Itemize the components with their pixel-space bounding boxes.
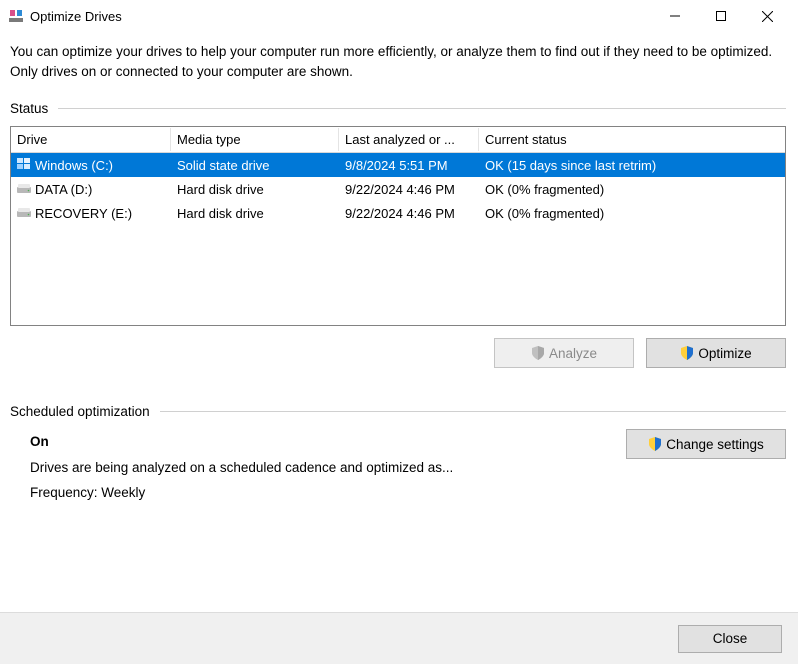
close-button[interactable] xyxy=(744,1,790,31)
drive-icon xyxy=(17,206,31,221)
drive-media: Hard disk drive xyxy=(171,180,339,199)
drive-status: OK (15 days since last retrim) xyxy=(479,156,785,175)
scheduled-label-text: Scheduled optimization xyxy=(10,404,150,419)
status-section-label: Status xyxy=(10,101,786,116)
optimize-button[interactable]: Optimize xyxy=(646,338,786,368)
drive-table[interactable]: Drive Media type Last analyzed or ... Cu… xyxy=(10,126,786,326)
drive-last-analyzed: 9/8/2024 5:51 PM xyxy=(339,156,479,175)
scheduled-on-label: On xyxy=(30,429,606,455)
drive-icon xyxy=(17,182,31,197)
drive-name: DATA (D:) xyxy=(35,182,92,197)
scheduled-section-label: Scheduled optimization xyxy=(10,404,786,419)
shield-icon xyxy=(648,437,662,451)
drive-last-analyzed: 9/22/2024 4:46 PM xyxy=(339,204,479,223)
scheduled-frequency: Frequency: Weekly xyxy=(30,480,606,506)
divider xyxy=(160,411,786,412)
scheduled-desc: Drives are being analyzed on a scheduled… xyxy=(30,455,606,481)
drive-name: Windows (C:) xyxy=(35,158,113,173)
shield-icon xyxy=(531,346,545,360)
drive-name: RECOVERY (E:) xyxy=(35,206,132,221)
drive-status: OK (0% fragmented) xyxy=(479,180,785,199)
close-dialog-button[interactable]: Close xyxy=(678,625,782,653)
maximize-button[interactable] xyxy=(698,1,744,31)
analyze-button-label: Analyze xyxy=(549,346,597,361)
analyze-button: Analyze xyxy=(494,338,634,368)
change-settings-button[interactable]: Change settings xyxy=(626,429,786,459)
app-icon xyxy=(8,8,24,24)
close-button-label: Close xyxy=(713,631,748,646)
window-title: Optimize Drives xyxy=(30,9,652,24)
change-settings-label: Change settings xyxy=(666,437,764,452)
table-header[interactable]: Drive Media type Last analyzed or ... Cu… xyxy=(11,127,785,153)
drive-status: OK (0% fragmented) xyxy=(479,204,785,223)
drive-last-analyzed: 9/22/2024 4:46 PM xyxy=(339,180,479,199)
table-row[interactable]: Windows (C:) Solid state drive9/8/2024 5:… xyxy=(11,153,785,177)
drive-media: Hard disk drive xyxy=(171,204,339,223)
shield-icon xyxy=(680,346,694,360)
optimize-button-label: Optimize xyxy=(698,346,751,361)
column-drive[interactable]: Drive xyxy=(11,128,171,151)
table-row[interactable]: DATA (D:) Hard disk drive9/22/2024 4:46 P… xyxy=(11,177,785,201)
table-row[interactable]: RECOVERY (E:) Hard disk drive9/22/2024 4:… xyxy=(11,201,785,225)
column-status[interactable]: Current status xyxy=(479,128,785,151)
column-media[interactable]: Media type xyxy=(171,128,339,151)
drive-media: Solid state drive xyxy=(171,156,339,175)
description-text: You can optimize your drives to help you… xyxy=(10,42,786,81)
divider xyxy=(58,108,786,109)
minimize-button[interactable] xyxy=(652,1,698,31)
drive-icon xyxy=(17,158,31,173)
titlebar: Optimize Drives xyxy=(0,0,798,32)
column-last[interactable]: Last analyzed or ... xyxy=(339,128,479,151)
footer: Close xyxy=(0,612,798,664)
status-label-text: Status xyxy=(10,101,48,116)
